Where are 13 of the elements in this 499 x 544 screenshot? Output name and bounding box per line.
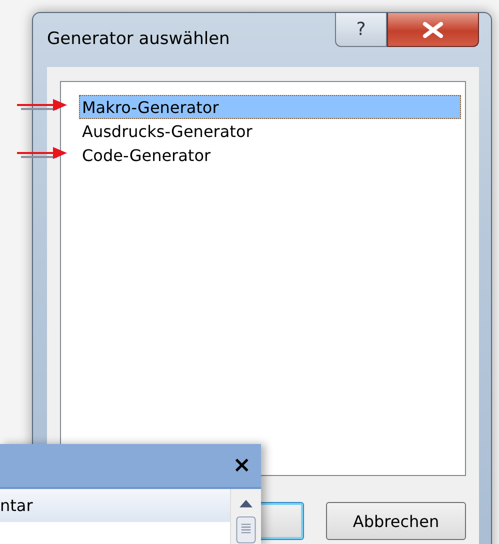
scroll-thumb[interactable] [235, 516, 257, 544]
scrollbar[interactable] [230, 489, 261, 544]
list-item[interactable]: Makro-Generator [79, 95, 461, 119]
list-item[interactable]: Ausdrucks-Generator [79, 119, 461, 143]
close-button[interactable] [387, 13, 479, 47]
panel-row-text: ntar [0, 489, 230, 522]
window-title: Generator auswählen [47, 29, 231, 49]
scroll-up-icon[interactable] [238, 499, 254, 508]
close-icon [422, 22, 444, 38]
help-button[interactable]: ? [335, 13, 387, 47]
list-item[interactable]: Code-Generator [79, 143, 461, 167]
close-button[interactable]: × [232, 454, 251, 476]
cancel-button[interactable]: Abbrechen [326, 502, 466, 540]
